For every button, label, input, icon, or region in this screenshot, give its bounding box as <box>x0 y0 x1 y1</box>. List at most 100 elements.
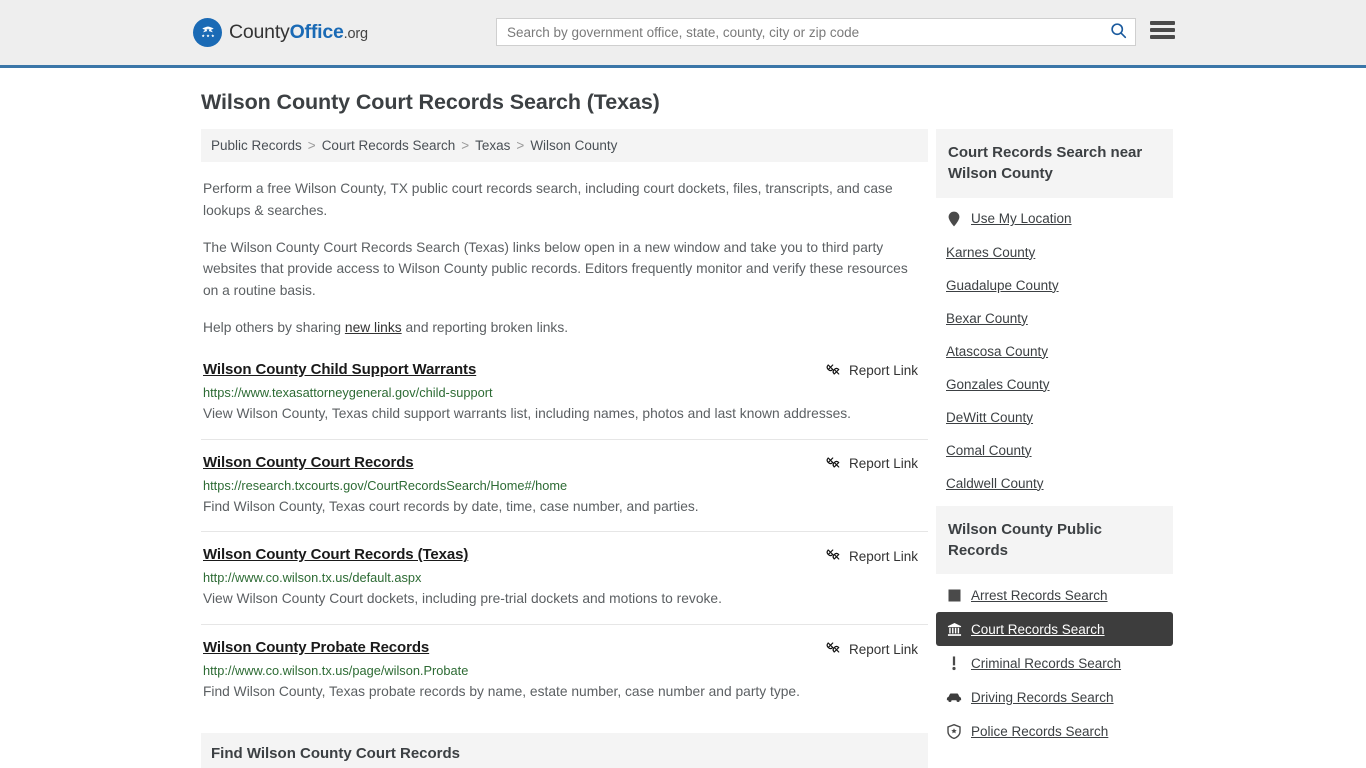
intro-paragraph-1: Perform a free Wilson County, TX public … <box>203 181 893 218</box>
county-link[interactable]: DeWitt County <box>946 410 1033 425</box>
content-container: Wilson County Court Records Search (Texa… <box>193 90 1173 768</box>
public-records-panel: Wilson County Public Records Arrest Reco… <box>936 505 1173 749</box>
public-records-link[interactable]: Driving Records Search <box>971 690 1114 705</box>
broken-link-icon <box>826 640 841 658</box>
search-input[interactable] <box>497 19 1101 45</box>
page-body: Wilson County Court Records Search (Texa… <box>0 90 1366 768</box>
county-link[interactable]: Bexar County <box>946 311 1028 326</box>
public-records-list: Arrest Records Search Court Records Sear… <box>936 574 1173 748</box>
sidebar-item-atascosa-county[interactable]: Atascosa County <box>936 335 1173 368</box>
intro-p3-after: and reporting broken links. <box>401 319 569 335</box>
hamburger-bar <box>1150 35 1175 39</box>
hamburger-bar <box>1150 21 1175 25</box>
report-link-label: Report Link <box>848 548 918 564</box>
breadcrumb-item-texas[interactable]: Texas <box>475 138 510 153</box>
site-logo[interactable]: CountyOffice.org <box>193 18 368 47</box>
sidebar-item-caldwell-county[interactable]: Caldwell County <box>936 467 1173 500</box>
report-link-label: Report Link <box>848 363 918 379</box>
sidebar-item-criminal-records-search[interactable]: Criminal Records Search <box>936 646 1173 680</box>
new-links-link[interactable]: new links <box>345 320 402 335</box>
county-link[interactable]: Atascosa County <box>946 344 1048 359</box>
breadcrumb-item-wilson-county[interactable]: Wilson County <box>530 138 617 153</box>
broken-link-icon <box>826 547 841 565</box>
result-item: Wilson County Court Records Report Link … <box>201 454 928 533</box>
sidebar-item-bexar-county[interactable]: Bexar County <box>936 302 1173 335</box>
report-link-button[interactable]: Report Link <box>826 546 918 565</box>
result-item: Wilson County Child Support Warrants Rep… <box>201 361 928 440</box>
sidebar-item-court-records-search[interactable]: Court Records Search <box>936 612 1173 647</box>
hamburger-menu-icon[interactable] <box>1150 19 1175 41</box>
breadcrumb-separator: > <box>307 138 316 153</box>
county-link[interactable]: Comal County <box>946 443 1032 458</box>
use-my-location-link[interactable]: Use My Location <box>971 211 1072 226</box>
car-icon <box>946 689 962 705</box>
logo-text-county: County <box>229 21 290 43</box>
result-header: Wilson County Court Records Report Link <box>203 454 926 473</box>
result-description: View Wilson County, Texas child support … <box>203 405 852 421</box>
breadcrumb-separator: > <box>461 138 470 153</box>
search-button[interactable] <box>1101 19 1135 45</box>
public-records-link[interactable]: Criminal Records Search <box>971 656 1121 671</box>
county-link[interactable]: Caldwell County <box>946 476 1044 491</box>
result-description: View Wilson County Court dockets, includ… <box>203 591 722 607</box>
sidebar: Court Records Search near Wilson County … <box>936 129 1173 754</box>
logo-text-office: Office <box>289 21 344 43</box>
sidebar-item-driving-records-search[interactable]: Driving Records Search <box>936 680 1173 714</box>
result-title-link[interactable]: Wilson County Court Records (Texas) <box>203 546 468 563</box>
columns-layout: Public Records > Court Records Search > … <box>193 129 1173 768</box>
sidebar-item-dewitt-county[interactable]: DeWitt County <box>936 401 1173 434</box>
county-link[interactable]: Karnes County <box>946 245 1035 260</box>
breadcrumb-item-court-records-search[interactable]: Court Records Search <box>322 138 456 153</box>
result-title-link[interactable]: Wilson County Probate Records <box>203 639 429 656</box>
breadcrumb: Public Records > Court Records Search > … <box>201 129 928 162</box>
result-description: Find Wilson County, Texas court records … <box>203 498 699 514</box>
public-records-panel-heading: Wilson County Public Records <box>936 505 1173 575</box>
sidebar-item-comal-county[interactable]: Comal County <box>936 434 1173 467</box>
report-link-button[interactable]: Report Link <box>826 361 918 380</box>
county-link[interactable]: Gonzales County <box>946 377 1050 392</box>
find-records-section: Find Wilson County Court Records <box>201 732 928 768</box>
result-url: http://www.co.wilson.tx.us/page/wilson.P… <box>203 663 469 679</box>
nearby-list: Use My Location Karnes County Guadalupe … <box>936 198 1173 500</box>
search-icon <box>1110 22 1127 42</box>
search-bar <box>496 18 1136 46</box>
result-item: Wilson County Probate Records Report Lin… <box>201 639 928 717</box>
sidebar-item-arrest-records-search[interactable]: Arrest Records Search <box>936 578 1173 612</box>
result-item: Wilson County Court Records (Texas) Repo… <box>201 546 928 626</box>
intro-paragraph-2: The Wilson County Court Records Search (… <box>203 239 908 299</box>
breadcrumb-separator: > <box>516 138 525 153</box>
county-link[interactable]: Guadalupe County <box>946 278 1059 293</box>
result-title-link[interactable]: Wilson County Court Records <box>203 454 414 471</box>
courthouse-icon <box>946 621 962 637</box>
intro-text: Perform a free Wilson County, TX public … <box>201 178 928 339</box>
sidebar-item-guadalupe-county[interactable]: Guadalupe County <box>936 269 1173 302</box>
public-records-link[interactable]: Police Records Search <box>971 724 1108 739</box>
report-link-label: Report Link <box>848 456 918 472</box>
main-column: Public Records > Court Records Search > … <box>193 129 928 768</box>
public-records-link[interactable]: Arrest Records Search <box>971 588 1108 603</box>
result-title-link[interactable]: Wilson County Child Support Warrants <box>203 361 476 378</box>
sidebar-item-gonzales-county[interactable]: Gonzales County <box>936 368 1173 401</box>
logo-text: CountyOffice.org <box>229 21 368 44</box>
shield-icon <box>946 723 962 739</box>
sidebar-item-police-records-search[interactable]: Police Records Search <box>936 714 1173 748</box>
sidebar-item-use-my-location[interactable]: Use My Location <box>936 202 1173 236</box>
nearby-panel-heading: Court Records Search near Wilson County <box>936 129 1173 198</box>
breadcrumb-item-public-records[interactable]: Public Records <box>211 138 302 153</box>
results-list: Wilson County Child Support Warrants Rep… <box>201 361 928 717</box>
report-link-button[interactable]: Report Link <box>826 454 918 473</box>
report-link-label: Report Link <box>848 641 918 657</box>
public-records-link[interactable]: Court Records Search <box>971 622 1105 637</box>
page-title: Wilson County Court Records Search (Texa… <box>201 90 660 114</box>
square-icon <box>946 587 962 603</box>
report-link-button[interactable]: Report Link <box>826 639 918 658</box>
hamburger-bar <box>1150 28 1175 32</box>
result-url: http://www.co.wilson.tx.us/default.aspx <box>203 570 422 586</box>
result-url: https://www.texasattorneygeneral.gov/chi… <box>203 384 493 400</box>
sidebar-item-karnes-county[interactable]: Karnes County <box>936 236 1173 269</box>
result-url: https://research.txcourts.gov/CourtRecor… <box>203 477 568 493</box>
broken-link-icon <box>826 455 841 473</box>
broken-link-icon <box>826 362 841 380</box>
result-header: Wilson County Child Support Warrants Rep… <box>203 361 926 380</box>
exclamation-icon <box>946 655 962 671</box>
